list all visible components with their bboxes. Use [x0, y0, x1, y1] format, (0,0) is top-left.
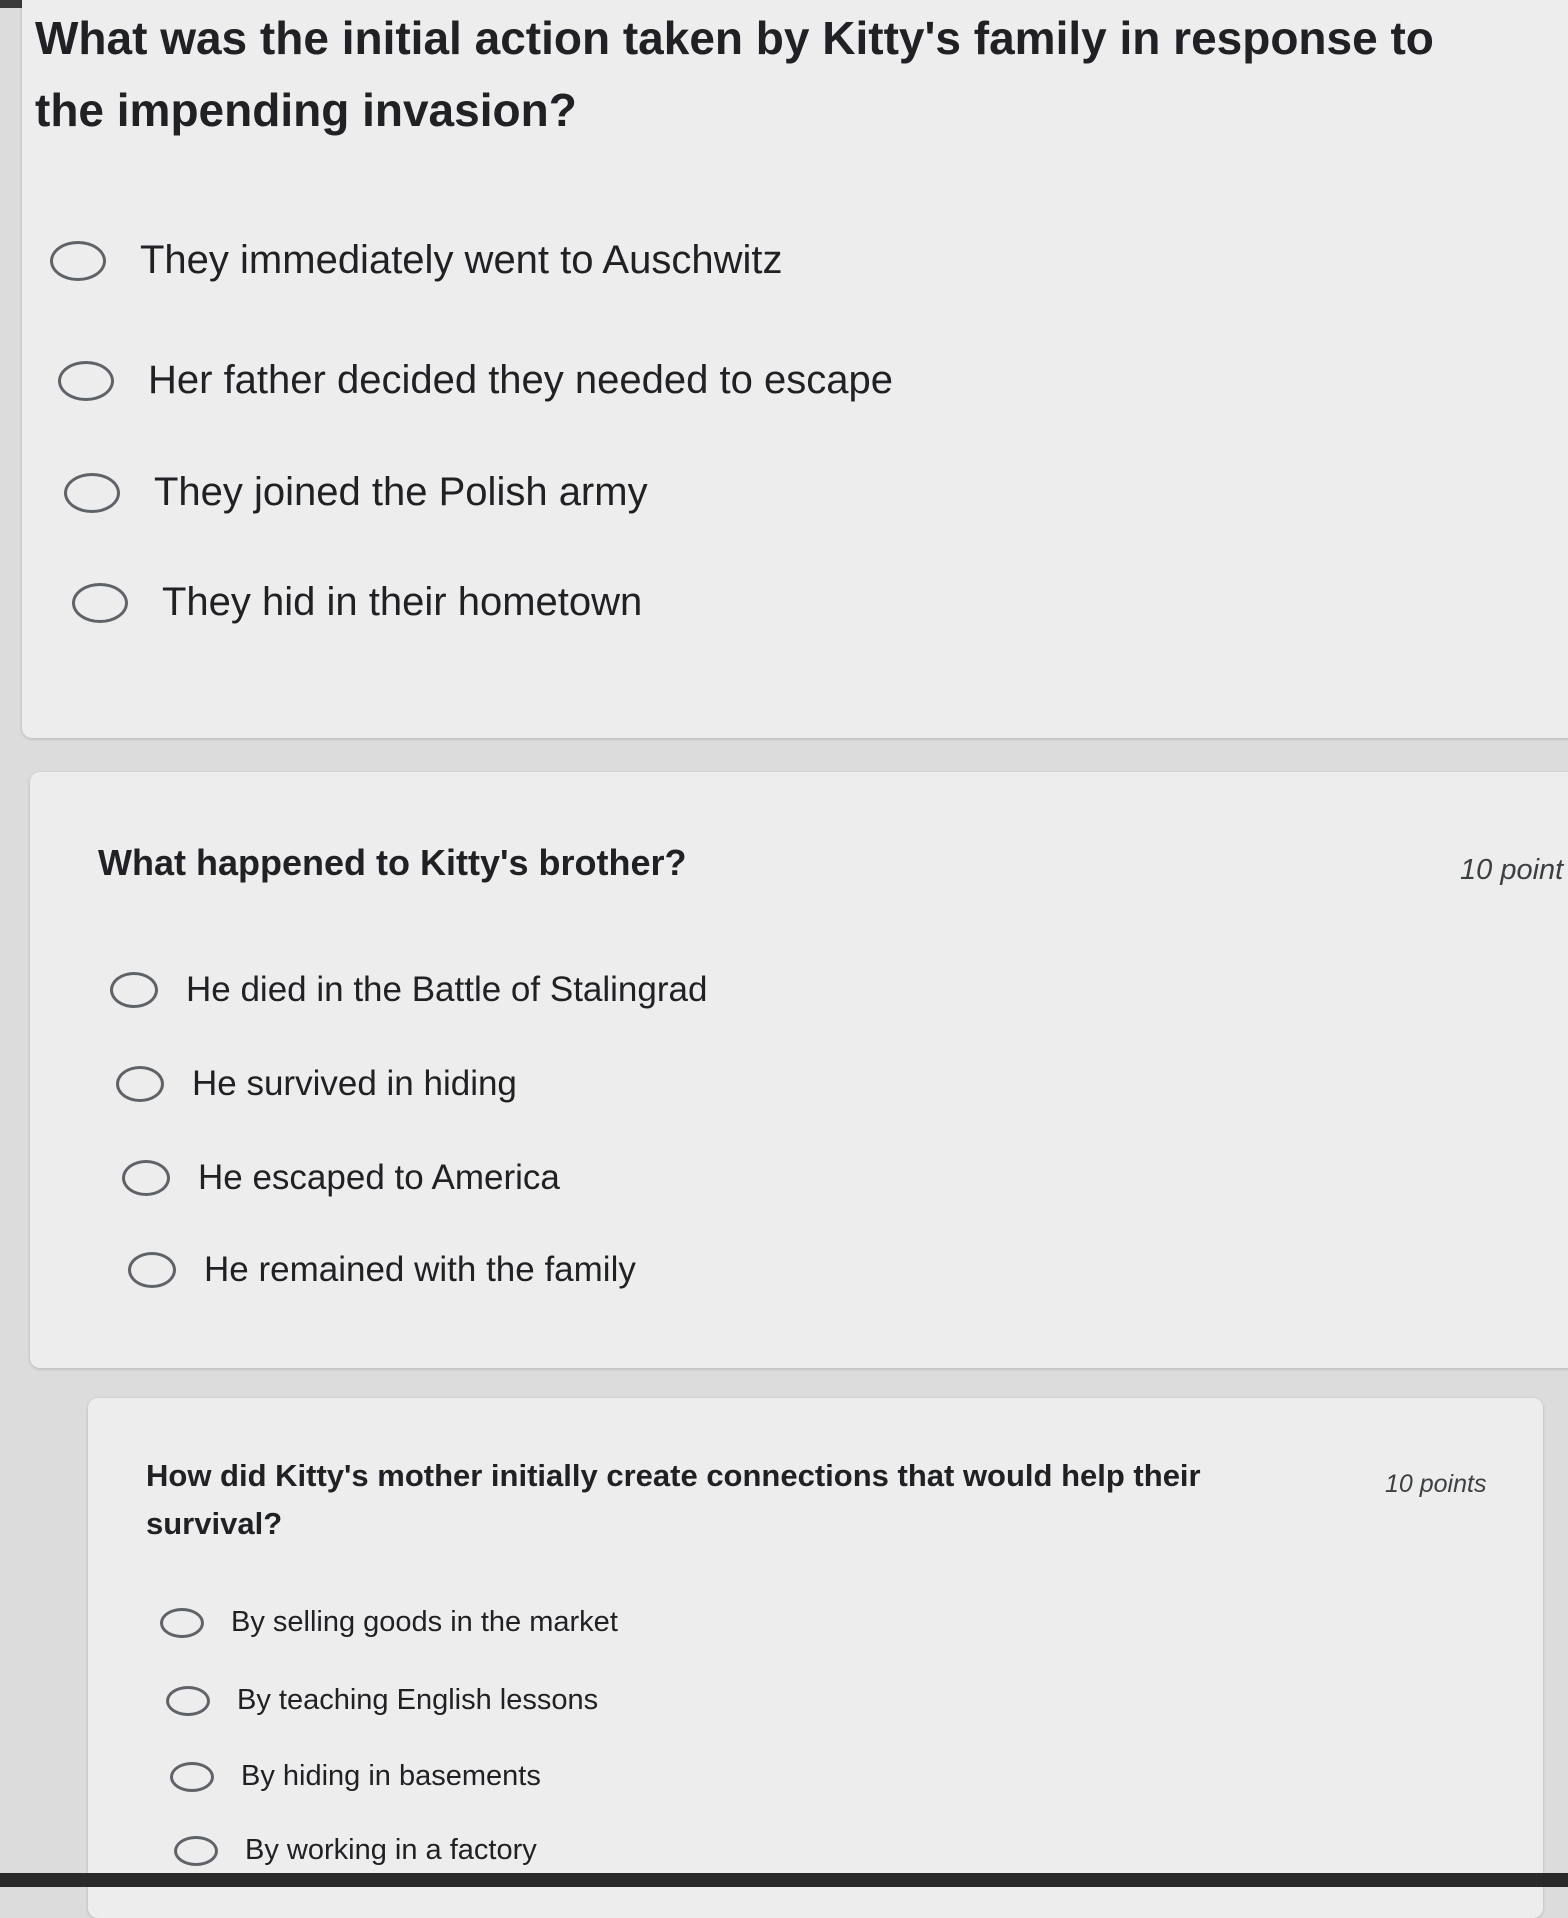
option-label: By teaching English lessons [237, 1684, 599, 1716]
points-label: 10 point [1460, 854, 1564, 886]
radio-button[interactable] [110, 972, 158, 1008]
points-label: 10 points [1385, 1470, 1487, 1498]
question-1-title: What was the initial action taken by Kit… [35, 12, 1434, 136]
question-card-1: What was the initial action taken by Kit… [22, 0, 1568, 738]
option-label: They immediately went to Auschwitz [140, 238, 783, 282]
question-card-2: What happened to Kitty's brother? 10 poi… [30, 772, 1568, 1368]
question-2-title: What happened to Kitty's brother? [98, 842, 687, 883]
radio-button[interactable] [58, 360, 114, 401]
option-label: They joined the Polish army [154, 470, 648, 514]
radio-button[interactable] [166, 1685, 210, 1716]
question-1-option-2[interactable]: Her father decided they needed to escape [58, 358, 893, 403]
question-1-option-4[interactable]: They hid in their hometown [72, 580, 642, 625]
radio-button[interactable] [170, 1761, 214, 1792]
question-1-option-3[interactable]: They joined the Polish army [64, 470, 648, 515]
question-3-option-4[interactable]: By working in a factory [174, 1834, 537, 1867]
option-label: By hiding in basements [241, 1760, 541, 1792]
option-label: By selling goods in the market [231, 1606, 618, 1638]
question-3-option-1[interactable]: By selling goods in the market [160, 1606, 618, 1639]
radio-button[interactable] [174, 1835, 218, 1866]
question-3-option-3[interactable]: By hiding in basements [170, 1760, 541, 1793]
question-3-option-2[interactable]: By teaching English lessons [166, 1684, 598, 1717]
option-label: They hid in their hometown [162, 580, 643, 624]
radio-button[interactable] [64, 472, 120, 513]
question-3-title: How did Kitty's mother initially create … [146, 1458, 1201, 1541]
question-2-option-3[interactable]: He escaped to America [122, 1158, 560, 1198]
radio-button[interactable] [50, 240, 106, 281]
question-1-option-1[interactable]: They immediately went to Auschwitz [50, 238, 782, 283]
option-label: He escaped to America [198, 1158, 560, 1197]
option-label: Her father decided they needed to escape [148, 358, 893, 402]
option-label: He remained with the family [204, 1250, 636, 1289]
question-2-option-1[interactable]: He died in the Battle of Stalingrad [110, 970, 707, 1010]
radio-button[interactable] [128, 1252, 176, 1288]
radio-button[interactable] [72, 582, 128, 623]
option-label: He died in the Battle of Stalingrad [186, 970, 708, 1009]
radio-button[interactable] [116, 1066, 164, 1102]
radio-button[interactable] [122, 1160, 170, 1196]
question-card-3: How did Kitty's mother initially create … [88, 1398, 1543, 1918]
question-2-option-4[interactable]: He remained with the family [128, 1250, 636, 1290]
option-label: By working in a factory [245, 1834, 537, 1866]
bottom-edge [0, 1873, 1568, 1887]
radio-button[interactable] [160, 1607, 204, 1638]
question-2-option-2[interactable]: He survived in hiding [116, 1064, 517, 1104]
option-label: He survived in hiding [192, 1064, 517, 1103]
